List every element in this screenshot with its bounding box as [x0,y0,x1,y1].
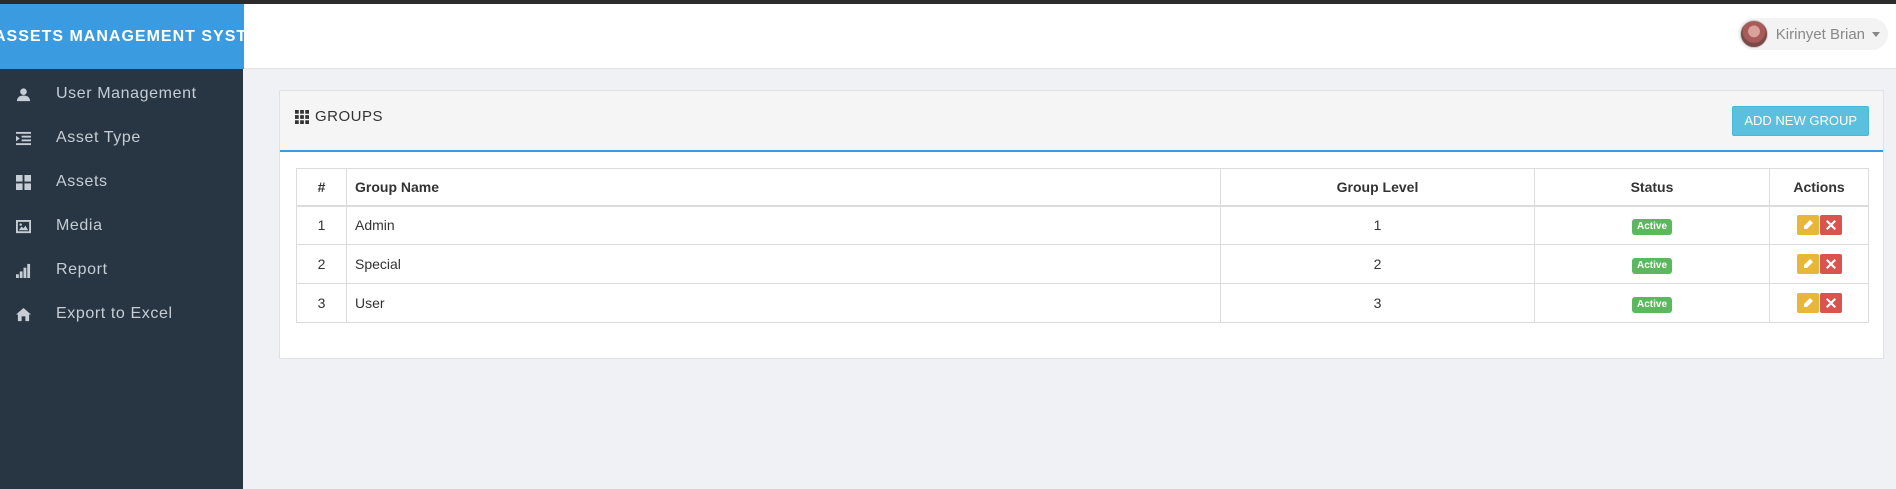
pencil-icon [1803,259,1813,268]
sidebar-item-label: User Management [56,85,197,102]
remove-icon [1825,298,1836,308]
group-name: User [346,283,1221,323]
column-header-group-name[interactable]: Group Name [346,168,1221,207]
row-number: 1 [296,205,347,245]
group-name: Special [346,244,1221,284]
delete-button[interactable] [1819,254,1842,274]
table-row: 3 User 3 Active [296,283,1869,323]
delete-button[interactable] [1819,293,1842,313]
table-row: 1 Admin 1 Active [296,205,1869,245]
user-menu[interactable]: Kirinyet Brian [1737,18,1888,50]
group-level: 1 [1220,205,1535,245]
signal-icon [16,263,56,278]
remove-icon [1825,259,1836,269]
groups-panel: GROUPS ADD NEW GROUP # Group Name Group … [279,90,1884,359]
pencil-icon [1803,220,1813,230]
sidebar-item-assets[interactable]: Assets [0,160,243,204]
status-badge: Active [1631,257,1672,274]
panel-title: GROUPS [295,108,383,125]
th-icon [295,109,309,124]
status-badge: Active [1631,296,1672,313]
sidebar-item-asset-type[interactable]: Asset Type [0,116,243,160]
group-level: 3 [1220,283,1535,323]
avatar [1739,20,1768,48]
column-header-group-level[interactable]: Group Level [1220,168,1535,207]
group-name: Admin [346,205,1221,245]
indent-icon [16,131,56,146]
caret-down-icon [1872,31,1880,37]
brand-logo[interactable]: ASSETS MANAGEMENT SYSTEM [0,4,244,69]
table-row: 2 Special 2 Active [296,244,1869,284]
sidebar-item-export-to-excel[interactable]: Export to Excel [0,292,243,336]
edit-button[interactable] [1796,215,1819,236]
column-header-num[interactable]: # [296,168,347,207]
table-header-row: # Group Name Group Level Status Actions [296,168,1869,207]
sidebar-item-media[interactable]: Media [0,204,243,248]
row-number: 3 [296,283,347,323]
groups-table: # Group Name Group Level Status Actions … [296,168,1869,323]
remove-icon [1825,220,1836,231]
group-level: 2 [1220,244,1535,284]
th-large-icon [16,174,56,190]
sidebar-item-label: Report [56,261,108,278]
edit-button[interactable] [1796,254,1819,274]
sidebar-item-label: Media [56,217,103,234]
user-icon [16,87,56,102]
edit-button[interactable] [1796,293,1819,313]
sidebar-item-label: Asset Type [56,129,141,146]
sidebar-item-label: Assets [56,173,108,190]
sidebar-item-report[interactable]: Report [0,248,243,292]
status-badge: Active [1631,218,1672,235]
panel-title-text: GROUPS [315,108,384,125]
column-header-actions: Actions [1769,168,1869,207]
picture-icon [16,219,56,234]
panel-header: GROUPS ADD NEW GROUP [280,91,1883,152]
add-new-group-button[interactable]: ADD NEW GROUP [1732,106,1869,136]
delete-button[interactable] [1819,215,1842,236]
row-number: 2 [296,244,347,284]
column-header-status[interactable]: Status [1534,168,1770,207]
user-name: Kirinyet Brian [1775,25,1865,43]
home-icon [16,307,56,322]
sidebar: User Management Asset Type Assets Media … [0,69,243,489]
sidebar-item-user-management[interactable]: User Management [0,72,243,116]
header: ASSETS MANAGEMENT SYSTEM Kirinyet Brian [0,4,1896,69]
pencil-icon [1803,298,1813,307]
sidebar-item-label: Export to Excel [56,305,173,322]
